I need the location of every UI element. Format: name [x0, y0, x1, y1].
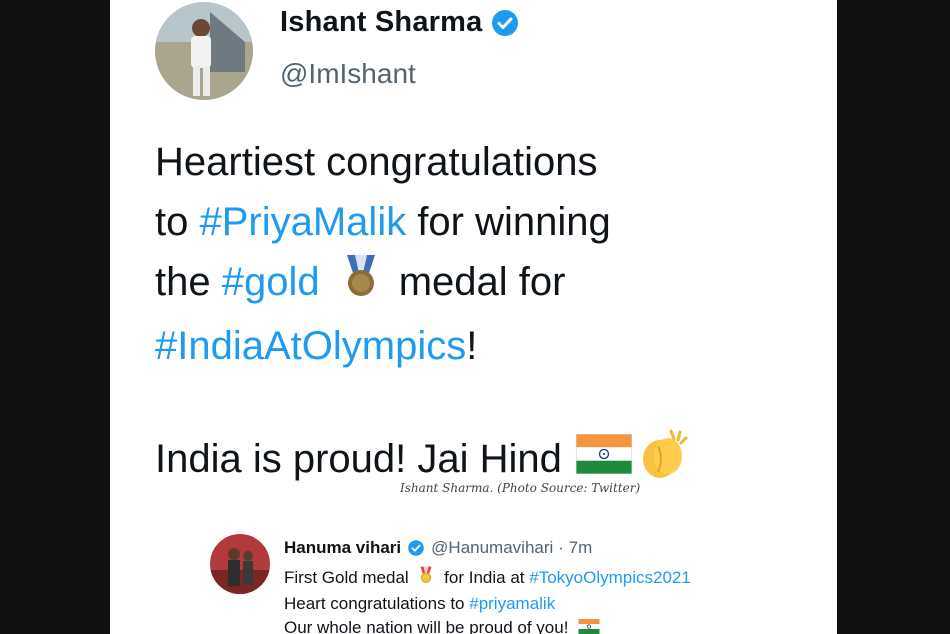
profile-avatar[interactable] — [155, 2, 253, 100]
india-flag-icon — [578, 617, 600, 634]
reply-line: Heart congratulations to #priyamalik — [284, 592, 691, 616]
tweet-text-segment: the — [155, 260, 222, 304]
reply-timestamp[interactable]: · 7m — [558, 538, 592, 558]
author-handle[interactable]: @ImIshant — [280, 58, 416, 90]
tweet-text: Heartiest congratulations to #PriyaMalik… — [155, 132, 815, 376]
hashtag-link[interactable]: #IndiaAtOlympics — [155, 324, 466, 368]
clapping-hands-icon — [636, 428, 690, 490]
verified-badge-icon — [490, 8, 520, 38]
reply-text-segment: for India at — [444, 567, 525, 587]
reply-text: First Gold medal for India at #TokyoOlym… — [284, 565, 691, 634]
reply-text-segment: Our whole nation will be proud of you! — [284, 618, 569, 634]
tweet-line: #IndiaAtOlympics! — [155, 316, 815, 376]
tweet-text-segment: Heartiest congratulations — [155, 140, 598, 184]
reply-line: Our whole nation will be proud of you! — [284, 616, 691, 634]
tweet-line: Heartiest congratulations — [155, 132, 815, 192]
tweet-text-segment: to — [155, 200, 200, 244]
tweet-text-segment: ! — [466, 323, 478, 368]
hashtag-link[interactable]: #gold — [222, 260, 320, 304]
reply-profile-avatar[interactable] — [210, 534, 270, 594]
reply-text-segment: First Gold medal — [284, 567, 409, 587]
reply-text-segment: Heart congratulations to — [284, 594, 465, 613]
photo-caption: Ishant Sharma. (Photo Source: Twitter) — [400, 481, 641, 495]
tweet-line: the #gold medal for — [155, 252, 815, 316]
hashtag-link[interactable]: #PriyaMalik — [199, 200, 406, 244]
gold-medal-icon — [341, 253, 381, 316]
reply-line: First Gold medal for India at #TokyoOlym… — [284, 565, 691, 592]
gold-medal-icon — [418, 565, 434, 592]
india-flag-icon — [575, 433, 633, 484]
tweet-card: Ishant Sharma @ImIshant Heartiest congra… — [110, 0, 837, 634]
tweet-text-segment: medal for — [398, 260, 566, 304]
verified-badge-icon — [407, 539, 425, 557]
reply-author-handle[interactable]: @Hanumavihari — [431, 538, 553, 558]
hashtag-link[interactable]: #TokyoOlympics2021 — [529, 568, 691, 587]
reply-author-name[interactable]: Hanuma vihari — [284, 538, 401, 558]
tweet-text-segment: for winning — [406, 200, 611, 244]
tweet-line: to #PriyaMalik for winning — [155, 192, 815, 252]
hashtag-link[interactable]: #priyamalik — [469, 594, 555, 613]
author-name[interactable]: Ishant Sharma — [280, 6, 482, 39]
tweet-closing-text: India is proud! Jai Hind — [155, 436, 562, 481]
